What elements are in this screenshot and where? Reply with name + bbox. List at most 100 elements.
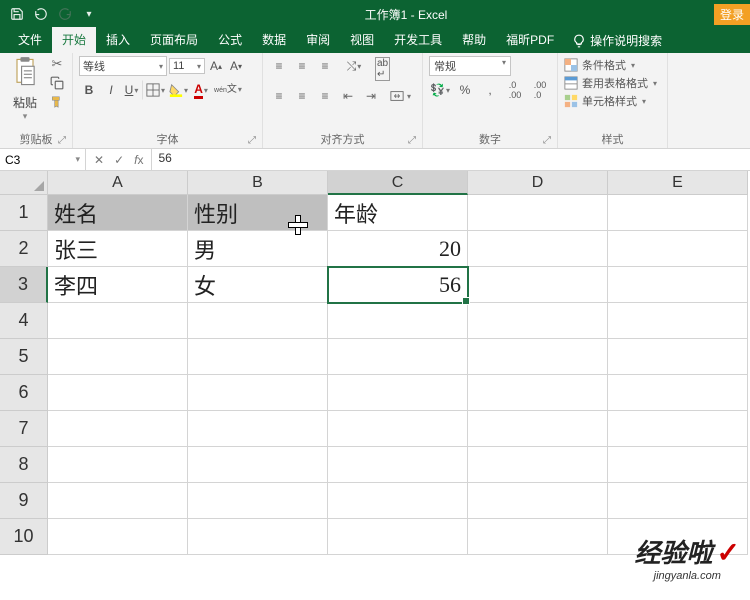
increase-decimal-icon[interactable]: .0.00 xyxy=(504,80,526,100)
cell-C2[interactable]: 20 xyxy=(328,231,468,267)
cell-B8[interactable] xyxy=(188,447,328,483)
row-header-9[interactable]: 9 xyxy=(0,483,48,519)
cell-D9[interactable] xyxy=(468,483,608,519)
cell-C5[interactable] xyxy=(328,339,468,375)
percent-format-icon[interactable]: % xyxy=(454,80,476,100)
copy-icon[interactable] xyxy=(48,75,66,91)
italic-button[interactable]: I xyxy=(101,80,121,100)
cell-C10[interactable] xyxy=(328,519,468,555)
table-format-button[interactable]: 套用表格格式▾ xyxy=(564,74,661,92)
wrap-text-button[interactable]: ab↵ xyxy=(373,56,392,82)
cell-E1[interactable] xyxy=(608,195,748,231)
col-header-A[interactable]: A xyxy=(48,171,188,195)
tab-home[interactable]: 开始 xyxy=(52,27,96,53)
cancel-icon[interactable]: ✕ xyxy=(94,153,104,167)
cell-A10[interactable] xyxy=(48,519,188,555)
col-header-B[interactable]: B xyxy=(188,171,328,195)
tab-foxit[interactable]: 福昕PDF xyxy=(496,27,564,53)
cell-D2[interactable] xyxy=(468,231,608,267)
cell-C9[interactable] xyxy=(328,483,468,519)
cell-A8[interactable] xyxy=(48,447,188,483)
row-header-7[interactable]: 7 xyxy=(0,411,48,447)
cell-A7[interactable] xyxy=(48,411,188,447)
cell-B10[interactable] xyxy=(188,519,328,555)
paste-button[interactable]: 粘贴 ▾ xyxy=(6,56,44,122)
increase-font-icon[interactable]: A▴ xyxy=(207,56,225,76)
cell-E7[interactable] xyxy=(608,411,748,447)
conditional-format-button[interactable]: 条件格式▾ xyxy=(564,56,661,74)
cell-A2[interactable]: 张三 xyxy=(48,231,188,267)
cell-A1[interactable]: 姓名 xyxy=(48,195,188,231)
merge-button[interactable]: ▾ xyxy=(388,86,413,106)
tab-help[interactable]: 帮助 xyxy=(452,27,496,53)
align-middle-icon[interactable]: ≡ xyxy=(292,56,312,76)
col-header-C[interactable]: C xyxy=(328,171,468,195)
tab-data[interactable]: 数据 xyxy=(252,27,296,53)
cell-E8[interactable] xyxy=(608,447,748,483)
row-header-8[interactable]: 8 xyxy=(0,447,48,483)
format-painter-icon[interactable] xyxy=(48,94,66,110)
cell-A6[interactable] xyxy=(48,375,188,411)
increase-indent-icon[interactable]: ⇥ xyxy=(361,86,381,106)
align-left-icon[interactable]: ≡ xyxy=(269,86,289,106)
cut-icon[interactable]: ✂ xyxy=(48,56,66,72)
fx-icon[interactable]: fx xyxy=(134,153,143,167)
cell-C6[interactable] xyxy=(328,375,468,411)
underline-button[interactable]: U▾ xyxy=(123,80,143,100)
orientation-icon[interactable]: ⤭▾ xyxy=(344,56,364,76)
dialog-launcher-icon[interactable]: ⤢ xyxy=(248,135,256,146)
decrease-indent-icon[interactable]: ⇤ xyxy=(338,86,358,106)
save-icon[interactable] xyxy=(8,4,26,24)
bold-button[interactable]: B xyxy=(79,80,99,100)
row-header-6[interactable]: 6 xyxy=(0,375,48,411)
cell-D7[interactable] xyxy=(468,411,608,447)
cell-D5[interactable] xyxy=(468,339,608,375)
cell-E4[interactable] xyxy=(608,303,748,339)
tab-layout[interactable]: 页面布局 xyxy=(140,27,208,53)
cell-B1[interactable]: 性别 xyxy=(188,195,328,231)
tab-formulas[interactable]: 公式 xyxy=(208,27,252,53)
cell-B4[interactable] xyxy=(188,303,328,339)
cell-B5[interactable] xyxy=(188,339,328,375)
cell-D4[interactable] xyxy=(468,303,608,339)
row-header-5[interactable]: 5 xyxy=(0,339,48,375)
cell-D6[interactable] xyxy=(468,375,608,411)
cell-E3[interactable] xyxy=(608,267,748,303)
row-header-3[interactable]: 3 xyxy=(0,267,48,303)
row-header-2[interactable]: 2 xyxy=(0,231,48,267)
dialog-launcher-icon[interactable]: ⤢ xyxy=(543,135,551,146)
cell-B6[interactable] xyxy=(188,375,328,411)
decrease-font-icon[interactable]: A▾ xyxy=(227,56,245,76)
accounting-format-icon[interactable]: 💱▾ xyxy=(429,80,451,100)
font-name-combo[interactable]: 等线▾ xyxy=(79,56,167,76)
cell-B7[interactable] xyxy=(188,411,328,447)
cell-A5[interactable] xyxy=(48,339,188,375)
cell-A4[interactable] xyxy=(48,303,188,339)
undo-icon[interactable] xyxy=(32,4,50,24)
cell-C3[interactable]: 56 xyxy=(328,267,468,303)
login-button[interactable]: 登录 xyxy=(714,4,750,25)
row-header-1[interactable]: 1 xyxy=(0,195,48,231)
number-format-combo[interactable]: 常规▾ xyxy=(429,56,511,76)
cell-C1[interactable]: 年龄 xyxy=(328,195,468,231)
cell-B2[interactable]: 男 xyxy=(188,231,328,267)
cell-E9[interactable] xyxy=(608,483,748,519)
col-header-E[interactable]: E xyxy=(608,171,748,195)
align-bottom-icon[interactable]: ≡ xyxy=(315,56,335,76)
cell-E5[interactable] xyxy=(608,339,748,375)
cell-A9[interactable] xyxy=(48,483,188,519)
select-all-corner[interactable] xyxy=(0,171,48,195)
cell-D10[interactable] xyxy=(468,519,608,555)
cell-E2[interactable] xyxy=(608,231,748,267)
comma-format-icon[interactable]: , xyxy=(479,80,501,100)
cell-D1[interactable] xyxy=(468,195,608,231)
cell-E6[interactable] xyxy=(608,375,748,411)
tab-developer[interactable]: 开发工具 xyxy=(384,27,452,53)
phonetic-button[interactable]: wén文▾ xyxy=(213,80,243,100)
align-top-icon[interactable]: ≡ xyxy=(269,56,289,76)
cell-A3[interactable]: 李四 xyxy=(48,267,188,303)
redo-icon[interactable] xyxy=(56,4,74,24)
dialog-launcher-icon[interactable]: ⤢ xyxy=(408,135,416,146)
cell-B3[interactable]: 女 xyxy=(188,267,328,303)
cell-styles-button[interactable]: 单元格样式▾ xyxy=(564,92,661,110)
